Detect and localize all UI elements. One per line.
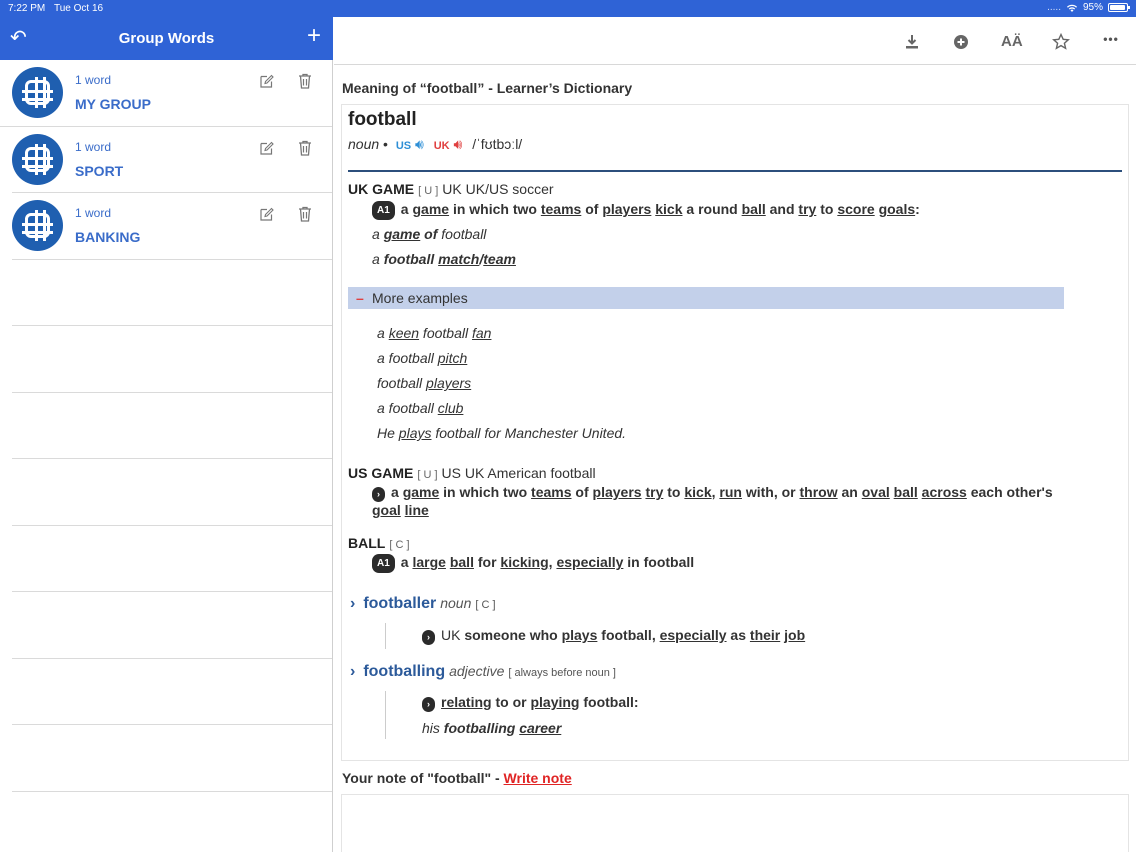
- edit-icon[interactable]: [260, 74, 274, 88]
- empty-row: [12, 393, 332, 459]
- group-item-sport[interactable]: 1 word SPORT: [12, 127, 332, 193]
- divider: [385, 623, 386, 649]
- group-name: BANKING: [75, 229, 141, 245]
- trash-icon[interactable]: [298, 73, 312, 89]
- headword: football: [348, 109, 417, 130]
- group-logo-icon: [12, 67, 63, 118]
- group-word-count: 1 word: [75, 206, 112, 220]
- more-examples-toggle[interactable]: – More examples: [348, 287, 1064, 309]
- group-name: MY GROUP: [75, 96, 151, 112]
- download-icon[interactable]: [902, 32, 922, 52]
- part-of-speech: noun: [348, 136, 380, 152]
- example: his footballing career: [422, 720, 562, 736]
- note-box[interactable]: [341, 794, 1129, 852]
- level-badge: A1: [372, 554, 395, 573]
- sense-us-game-definition: › a game in which two teams of players tr…: [372, 484, 1053, 518]
- group-item-my-group[interactable]: 1 word MY GROUP: [0, 60, 332, 127]
- more-example: a keen football fan: [377, 325, 492, 341]
- level-badge: A1: [372, 201, 395, 220]
- group-name: SPORT: [75, 162, 124, 179]
- battery-icon: [1108, 3, 1130, 12]
- sidebar-header: ↶ Group Words +: [0, 17, 333, 60]
- text-size-icon[interactable]: AÄ: [1001, 33, 1023, 53]
- more-example: He plays football for Manchester United.: [377, 425, 627, 441]
- group-logo-icon: [12, 133, 63, 185]
- empty-row: [12, 260, 332, 326]
- level-arrow-icon: ›: [422, 697, 435, 712]
- derivative-footballing[interactable]: › footballing adjective[ always before nou…: [350, 663, 616, 681]
- status-bar: 7:22 PM Tue Oct 16 ..... 95%: [0, 0, 1136, 17]
- more-examples-label: More examples: [372, 290, 468, 306]
- empty-row: [12, 526, 332, 592]
- sense-us-game-heading: US GAME[ U ] US UK American football: [348, 465, 596, 481]
- divider: [348, 170, 1122, 172]
- empty-row: [12, 326, 332, 393]
- divider: [385, 691, 386, 739]
- uk-speaker-icon[interactable]: 🔊︎: [454, 136, 463, 152]
- derivative-definition: › relating to or playing football:: [422, 694, 639, 712]
- wifi-icon: [1066, 4, 1077, 12]
- empty-row: [12, 659, 332, 725]
- ipa: /ˈfʊtbɔːl/: [472, 136, 523, 152]
- uk-label: UK: [433, 140, 450, 152]
- group-word-count: 1 word: [75, 139, 112, 154]
- battery-percent: 95%: [1082, 2, 1103, 13]
- example: a game of football: [372, 226, 487, 242]
- empty-row: [12, 592, 332, 659]
- more-example: a football club: [377, 400, 464, 416]
- sense-uk-game-heading: UK GAME[ U ] UK UK/US soccer: [348, 181, 554, 197]
- status-time: 7:22 PM: [8, 3, 46, 14]
- chevron-right-icon: ›: [350, 663, 356, 680]
- us-speaker-icon[interactable]: 🔊︎: [415, 136, 424, 152]
- more-icon[interactable]: •••: [1098, 32, 1124, 52]
- example: a football match/team: [372, 251, 516, 267]
- edit-icon[interactable]: [260, 207, 274, 221]
- pronunciation-line: noun • US 🔊︎ UK 🔊︎ /ˈfʊtbɔːl/: [348, 136, 522, 153]
- more-example: football players: [377, 375, 472, 391]
- level-arrow-icon: ›: [422, 630, 435, 645]
- detail-toolbar: AÄ •••: [334, 17, 1136, 65]
- status-right: ..... 95%: [1047, 2, 1130, 13]
- edit-icon[interactable]: [260, 141, 274, 155]
- group-list: 1 word MY GROUP 1 word SPORT 1 word BANK…: [0, 60, 333, 852]
- trash-icon[interactable]: [298, 206, 312, 222]
- empty-row: [12, 725, 332, 792]
- chevron-right-icon: ›: [350, 595, 356, 612]
- level-arrow-icon: ›: [372, 487, 385, 502]
- meaning-title: Meaning of “football” - Learner’s Dictio…: [342, 80, 633, 96]
- status-date: Tue Oct 16: [54, 3, 104, 14]
- note-heading: Your note of "football" - Write note: [342, 770, 572, 786]
- signal-dots: .....: [1047, 2, 1061, 13]
- trash-icon[interactable]: [298, 140, 312, 156]
- derivative-definition: › UK someone who plays football, especial…: [422, 627, 805, 645]
- sense-ball-definition: A1 a large ball for kicking, especially i…: [372, 554, 1072, 573]
- bullet: •: [383, 136, 388, 152]
- sidebar-title: Group Words: [118, 30, 215, 47]
- add-group-icon[interactable]: +: [307, 22, 321, 50]
- us-label: US: [395, 140, 412, 152]
- group-logo-icon: [12, 200, 63, 251]
- dictionary-entry: football noun • US 🔊︎ UK 🔊︎ /ˈfʊtbɔːl/ U…: [341, 104, 1129, 761]
- group-word-count: 1 word: [75, 73, 112, 87]
- collapse-icon: –: [356, 290, 364, 306]
- group-item-banking[interactable]: 1 word BANKING: [12, 193, 332, 260]
- sense-uk-game-definition: A1 a game in which two teams of players k…: [372, 201, 1072, 220]
- derivative-footballer[interactable]: › footballer noun[ C ]: [350, 595, 496, 613]
- empty-row: [12, 459, 332, 526]
- dictionary-panel: Meaning of “football” - Learner’s Dictio…: [334, 66, 1136, 852]
- more-example: a football pitch: [377, 350, 468, 366]
- write-note-link[interactable]: Write note: [504, 770, 572, 786]
- plus-circle-icon[interactable]: [951, 32, 971, 52]
- star-icon[interactable]: [1051, 32, 1071, 52]
- sense-ball-heading: BALL[ C ]: [348, 535, 410, 551]
